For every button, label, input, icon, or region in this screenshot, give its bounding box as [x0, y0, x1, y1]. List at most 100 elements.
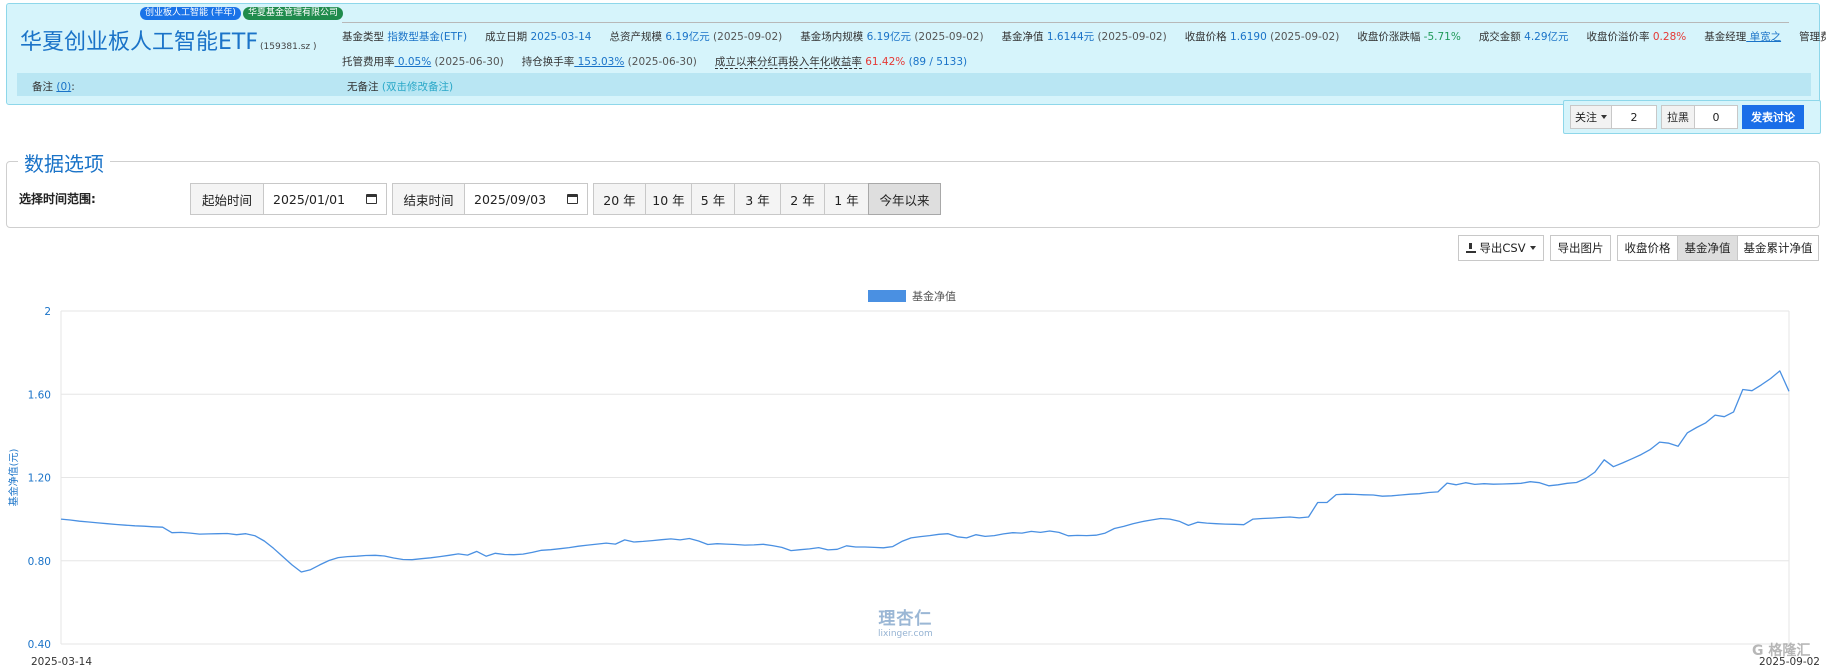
export-csv-button[interactable]: 导出CSV — [1458, 235, 1544, 261]
follow-button[interactable]: 关注 — [1570, 105, 1612, 129]
range-button[interactable]: 2 年 — [780, 183, 825, 215]
watermark: 理杏仁 lixinger.com — [878, 604, 933, 639]
info-item: 总资产规模 6.19亿元 (2025-09-02) — [609, 31, 782, 43]
range-button[interactable]: 10 年 — [645, 183, 692, 215]
info-note: (2025-09-02) — [1094, 31, 1167, 43]
range-label: 选择时间范围: — [19, 192, 96, 206]
range-button[interactable]: 5 年 — [691, 183, 735, 215]
remark-label-text: 备注 — [32, 81, 53, 93]
watermark-logo: 理杏仁 — [878, 609, 933, 629]
export-image-button[interactable]: 导出图片 — [1550, 235, 1611, 261]
calendar-icon[interactable] — [366, 194, 377, 204]
follow-label: 关注 — [1575, 111, 1597, 124]
watermark-url: lixinger.com — [878, 629, 933, 639]
info-item: 持仓换手率 153.03% (2025-06-30) — [522, 56, 697, 68]
info-value: 1.6190 — [1226, 31, 1267, 43]
range-button[interactable]: 今年以来 — [868, 183, 941, 215]
info-value[interactable]: 单宽之 — [1746, 31, 1782, 43]
info-label: 成立以来分红再投入年化收益率 — [714, 56, 862, 69]
fund-title: 华夏创业板人工智能ETF (159381.sz ) — [20, 24, 317, 56]
info-label: 收盘价涨跌幅 — [1357, 31, 1421, 43]
download-icon — [1466, 243, 1477, 253]
info-label: 成立日期 — [485, 31, 528, 43]
remark-bar[interactable]: 备注 (0): 无备注 (双击修改备注) — [17, 73, 1811, 96]
range-button[interactable]: 1 年 — [824, 183, 869, 215]
info-value: 6.19亿元 — [863, 31, 911, 43]
remark-text[interactable]: 无备注 (双击修改备注) — [347, 79, 453, 94]
vote-count: 0 — [1694, 105, 1738, 129]
info-value: 0.28% — [1649, 31, 1687, 43]
remark-value: 无备注 — [347, 81, 379, 93]
info-note: (2025-06-30) — [431, 56, 504, 68]
y-tick-label: 1.20 — [28, 473, 51, 485]
index-tag[interactable]: 创业板人工智能 (半年) — [140, 7, 241, 20]
remark-count-link[interactable]: (0) — [56, 81, 71, 93]
info-value: 61.42% — [861, 56, 906, 68]
export-csv-label: 导出CSV — [1479, 241, 1526, 255]
corner-watermark: G 格隆汇 — [1752, 643, 1811, 659]
action-panel: 关注 2 拉黑 0 发表讨论 — [1563, 100, 1821, 134]
calendar-icon[interactable] — [567, 194, 578, 204]
info-item: 基金类型 指数型基金(ETF) — [342, 31, 467, 43]
info-label: 基金净值 — [1001, 31, 1044, 43]
y-tick-label: 0.80 — [28, 556, 51, 568]
range-button[interactable]: 20 年 — [593, 183, 646, 215]
info-label: 托管费用率 — [342, 56, 395, 68]
info-value[interactable]: 指数型基金(ETF) — [384, 31, 467, 43]
remark-label: 备注 (0): — [32, 79, 75, 94]
info-item: 成立日期 2025-03-14 — [485, 31, 591, 43]
info-value[interactable]: 153.03% — [574, 56, 625, 68]
follow-count: 2 — [1611, 105, 1657, 129]
info-label: 收盘价溢价率 — [1586, 31, 1650, 43]
start-date-label: 起始时间 — [190, 183, 264, 215]
y-tick-label: 2 — [44, 306, 51, 318]
view-toggle-button[interactable]: 基金净值 — [1677, 235, 1738, 261]
info-item: 成立以来分红再投入年化收益率 61.42% (89 / 5133) — [714, 56, 967, 69]
info-value: -5.71% — [1420, 31, 1461, 43]
info-value: 4.29亿元 — [1520, 31, 1569, 43]
info-value[interactable]: 0.05% — [395, 56, 431, 68]
info-value: 6.19亿元 — [661, 31, 710, 43]
remark-hint: (双击修改备注) — [381, 81, 454, 93]
end-date-input[interactable]: 2025/09/03 — [464, 183, 588, 215]
info-item: 收盘价格 1.6190 (2025-09-02) — [1185, 31, 1340, 43]
start-date-input[interactable]: 2025/01/01 — [263, 183, 387, 215]
info-item: 收盘价涨跌幅 -5.71% — [1357, 31, 1460, 43]
info-label: 基金经理 — [1704, 31, 1747, 43]
info-item: 基金经理 单宽之 — [1704, 31, 1781, 43]
y-axis-label: 基金净值(元) — [7, 449, 20, 507]
info-value: 1.6144元 — [1043, 31, 1095, 43]
fund-code: (159381.sz ) — [260, 42, 317, 52]
range-button[interactable]: 3 年 — [734, 183, 781, 215]
info-label: 成交金额 — [1478, 31, 1521, 43]
info-label: 基金场内规模 — [800, 31, 864, 43]
remark-colon: : — [71, 81, 75, 93]
y-tick-label: 1.60 — [28, 389, 51, 401]
x-start-label: 2025-03-14 — [31, 656, 92, 668]
view-toggle-button[interactable]: 收盘价格 — [1617, 235, 1678, 261]
y-tick-label: 0.40 — [28, 639, 51, 651]
info-line-1: 基金类型 指数型基金(ETF) 成立日期 2025-03-14 总资产规模 6.19… — [342, 29, 1826, 44]
info-line-2: 托管费用率 0.05% (2025-06-30) 持仓换手率 153.03% (2… — [342, 54, 985, 69]
info-note: (2025-09-02) — [910, 31, 984, 43]
end-date-label: 结束时间 — [392, 183, 465, 215]
info-item: 基金净值 1.6144元 (2025-09-02) — [1002, 31, 1167, 43]
legend-label: 基金净值 — [912, 289, 956, 303]
info-label: 总资产规模 — [609, 31, 662, 43]
legend-swatch — [868, 290, 906, 302]
company-tag[interactable]: 华夏基金管理有限公司 — [243, 7, 344, 20]
nav-series-line — [60, 370, 1790, 573]
chevron-down-icon — [1529, 246, 1536, 250]
start-date-value: 2025/01/01 — [273, 191, 346, 207]
title-divider — [342, 22, 1789, 23]
info-label: 管理费用率 — [1799, 31, 1826, 43]
end-date-value: 2025/09/03 — [474, 191, 547, 207]
info-item: 基金场内规模 6.19亿元 (2025-09-02) — [800, 31, 983, 43]
fund-header-panel: 创业板人工智能 (半年) 华夏基金管理有限公司 华夏创业板人工智能ETF (159… — [6, 3, 1826, 105]
chevron-down-icon — [1601, 115, 1607, 119]
fund-name: 华夏创业板人工智能ETF — [20, 30, 258, 55]
info-label: 基金类型 — [342, 31, 384, 43]
view-toggle-button[interactable]: 基金累计净值 — [1737, 235, 1819, 261]
post-discussion-button[interactable]: 发表讨论 — [1742, 105, 1804, 129]
vote-button[interactable]: 拉黑 — [1661, 105, 1695, 129]
